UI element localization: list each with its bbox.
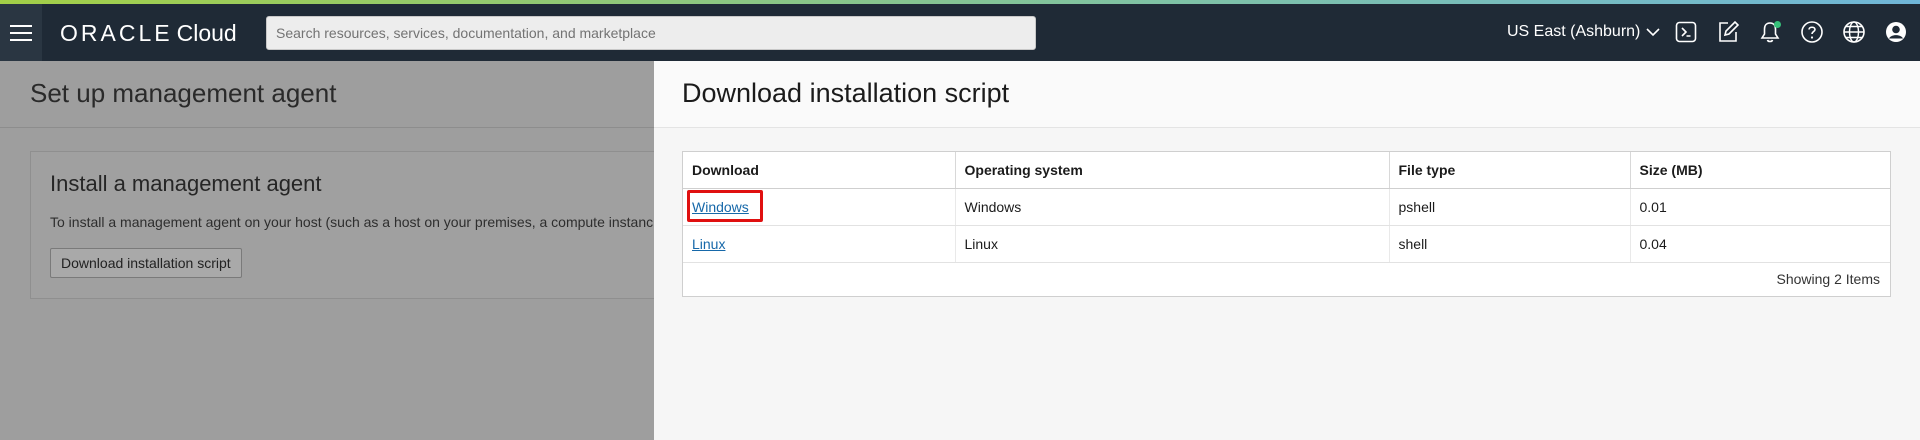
linux-download-link[interactable]: Linux — [692, 236, 725, 252]
oracle-cloud-logo[interactable]: ORACLE Cloud — [60, 21, 237, 45]
help-icon — [1801, 21, 1823, 43]
region-selector[interactable]: US East (Ashburn) — [1507, 23, 1660, 41]
globe-icon — [1843, 21, 1865, 43]
column-header-file-type[interactable]: File type — [1389, 152, 1631, 189]
os-cell: Linux — [955, 225, 1390, 263]
menu-icon — [10, 24, 32, 27]
help-button[interactable] — [1798, 18, 1826, 46]
install-agent-card: Install a management agent To install a … — [30, 151, 654, 299]
menu-icon-bar — [10, 38, 32, 41]
page-title: Set up management agent — [30, 78, 337, 108]
windows-download-link[interactable]: Windows — [692, 199, 749, 215]
download-cell: Windows — [683, 188, 956, 226]
top-header: ORACLECloud US East (Ashburn) — [0, 4, 1920, 61]
os-cell: Windows — [955, 188, 1390, 226]
file-type-cell: pshell — [1389, 188, 1631, 226]
table-row: Linux Linux shell 0.04 — [683, 225, 1890, 263]
divider — [0, 127, 654, 128]
card-title: Install a management agent — [50, 171, 322, 196]
profile-button[interactable] — [1882, 18, 1910, 46]
column-header-size[interactable]: Size (MB) — [1630, 152, 1890, 189]
logo-brand-word: ORACLE — [60, 20, 173, 46]
column-header-download[interactable]: Download — [683, 152, 956, 189]
file-type-cell: shell — [1389, 225, 1631, 263]
user-icon — [1886, 22, 1906, 42]
region-label: US East (Ashburn) — [1507, 23, 1641, 40]
size-cell: 0.01 — [1630, 188, 1890, 226]
card-description: To install a management agent on your ho… — [50, 214, 654, 230]
download-installation-script-button: Download installation script — [50, 248, 242, 278]
background-page: Set up management agent Install a manage… — [0, 61, 654, 440]
table-header-row: Download Operating system File type Size… — [683, 152, 1890, 189]
language-button[interactable] — [1840, 18, 1868, 46]
edit-button[interactable] — [1714, 18, 1742, 46]
table-item-count: Showing 2 Items — [1776, 271, 1881, 287]
drawer-header: Download installation script — [654, 61, 1920, 128]
chevron-down-icon — [1646, 28, 1660, 37]
table-row: Windows Windows pshell 0.01 — [683, 188, 1890, 226]
download-script-drawer: Download installation script Download Op… — [654, 61, 1920, 440]
scripts-table: Download Operating system File type Size… — [682, 151, 1891, 297]
cloud-shell-button[interactable] — [1672, 18, 1700, 46]
menu-icon-bar — [10, 31, 32, 34]
size-cell: 0.04 — [1630, 225, 1890, 263]
hamburger-menu-button[interactable] — [0, 4, 42, 61]
cloud-shell-icon — [1675, 21, 1697, 43]
notification-dot — [1774, 21, 1781, 28]
logo-product-word: Cloud — [176, 20, 237, 46]
download-cell: Linux — [683, 225, 956, 263]
drawer-title: Download installation script — [682, 78, 1010, 108]
search-input[interactable] — [266, 16, 1036, 50]
edit-icon — [1719, 20, 1740, 42]
column-header-os[interactable]: Operating system — [955, 152, 1390, 189]
notifications-button[interactable] — [1756, 18, 1784, 46]
